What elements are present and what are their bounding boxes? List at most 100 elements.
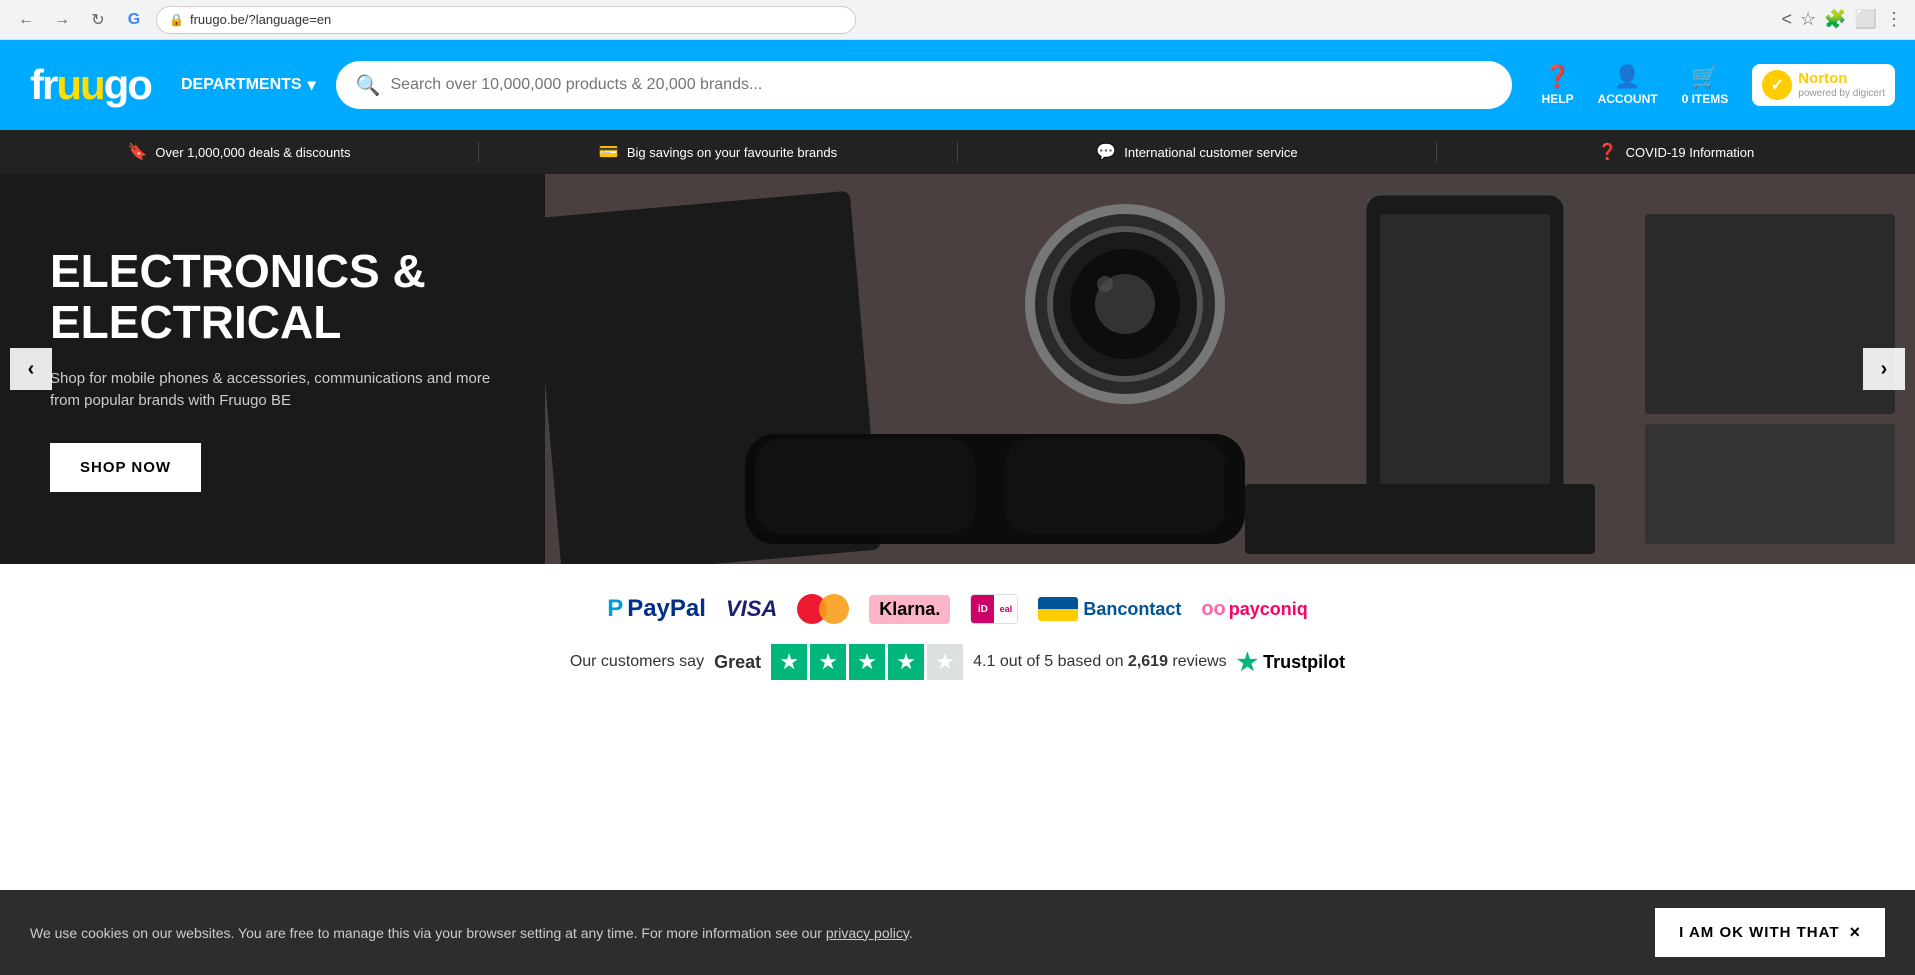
review-suffix: reviews xyxy=(1172,653,1226,670)
cookie-close-icon: × xyxy=(1849,922,1861,943)
cookie-message: We use cookies on our websites. You are … xyxy=(30,925,822,941)
rating-text: 4.1 out of 5 based on 2,619 reviews xyxy=(973,653,1227,671)
extensions-icon[interactable]: 🧩 xyxy=(1824,9,1846,30)
cookie-banner: We use cookies on our websites. You are … xyxy=(0,890,1915,975)
cart-button[interactable]: 🛒 0 ITEMS xyxy=(1682,64,1729,106)
ideal-logo: iD eal xyxy=(970,594,1018,624)
info-savings-text: Big savings on your favourite brands xyxy=(627,145,837,160)
payment-section: P PayPal VISA Klarna. iD eal xyxy=(0,564,1915,710)
bancontact-badge xyxy=(1038,597,1078,621)
cart-label: 0 ITEMS xyxy=(1682,92,1729,106)
hero-description: Shop for mobile phones & accessories, co… xyxy=(50,368,495,413)
account-label: ACCOUNT xyxy=(1598,92,1658,106)
shop-now-button[interactable]: SHOP NOW xyxy=(50,443,201,492)
info-deals-text: Over 1,000,000 deals & discounts xyxy=(155,145,350,160)
star-5: ★ xyxy=(927,644,963,680)
bancontact-text: Bancontact xyxy=(1083,599,1181,620)
browser-chrome: ← → ↻ G 🔒 fruugo.be/?language=en < ☆ 🧩 ⬜… xyxy=(0,0,1915,40)
hero-background xyxy=(545,174,1915,564)
trustpilot-brand: Trustpilot xyxy=(1263,652,1345,673)
star-rating: ★ ★ ★ ★ ★ xyxy=(771,644,963,680)
privacy-policy-link[interactable]: privacy policy xyxy=(826,925,909,941)
visa-text: VISA xyxy=(726,596,777,622)
payment-logos: P PayPal VISA Klarna. iD eal xyxy=(607,594,1308,624)
info-savings: 💳 Big savings on your favourite brands xyxy=(479,142,958,162)
covid-icon: ❓ xyxy=(1598,142,1618,162)
ideal-badge: iD eal xyxy=(970,594,1018,624)
trustpilot-star-icon: ★ xyxy=(1237,648,1259,677)
star-3: ★ xyxy=(849,644,885,680)
norton-sub: powered by digicert xyxy=(1798,88,1885,100)
norton-check-icon: ✓ xyxy=(1762,70,1792,100)
hero-title: ELECTRONICS & ELECTRICAL xyxy=(50,246,495,347)
info-bar: 🔖 Over 1,000,000 deals & discounts 💳 Big… xyxy=(0,130,1915,174)
paypal-logo: P PayPal xyxy=(607,595,706,623)
departments-button[interactable]: DEPARTMENTS ▾ xyxy=(181,75,316,95)
info-service: 💬 International customer service xyxy=(958,142,1437,162)
trustpilot-section: Our customers say Great ★ ★ ★ ★ ★ 4.1 ou… xyxy=(570,644,1345,680)
hero-next-button[interactable]: › xyxy=(1863,348,1905,390)
payconiq-oo: oo xyxy=(1201,598,1225,621)
logo-text: fruugo xyxy=(30,61,151,109)
help-icon: ❓ xyxy=(1544,64,1571,90)
lock-icon: 🔒 xyxy=(169,13,184,27)
info-covid-text: COVID-19 Information xyxy=(1626,145,1755,160)
share-icon[interactable]: < xyxy=(1782,9,1793,30)
search-input[interactable] xyxy=(391,76,1492,94)
info-covid: ❓ COVID-19 Information xyxy=(1437,142,1915,162)
menu-icon[interactable]: ⋮ xyxy=(1885,9,1903,30)
back-button[interactable]: ← xyxy=(12,6,40,34)
account-icon: 👤 xyxy=(1614,64,1641,90)
ideal-right: eal xyxy=(994,595,1017,623)
forward-button[interactable]: → xyxy=(48,6,76,34)
info-service-text: International customer service xyxy=(1124,145,1297,160)
help-label: HELP xyxy=(1542,92,1574,106)
credit-card-icon: 💳 xyxy=(599,142,619,162)
trustpilot-logo: ★ Trustpilot xyxy=(1237,648,1346,677)
help-button[interactable]: ❓ HELP xyxy=(1542,64,1574,106)
customers-say-text: Our customers say xyxy=(570,653,704,671)
review-count: 2,619 xyxy=(1128,653,1168,670)
cookie-ok-label: I AM OK WITH THAT xyxy=(1679,924,1839,941)
profile-icon[interactable]: ⬜ xyxy=(1855,9,1877,30)
account-button[interactable]: 👤 ACCOUNT xyxy=(1598,64,1658,106)
great-text: Great xyxy=(714,652,761,673)
bookmark-icon[interactable]: ☆ xyxy=(1800,9,1816,30)
address-bar[interactable]: 🔒 fruugo.be/?language=en xyxy=(156,6,856,34)
norton-text: Norton powered by digicert xyxy=(1798,70,1885,100)
bancontact-logo: Bancontact xyxy=(1038,597,1181,621)
url-text: fruugo.be/?language=en xyxy=(190,12,331,27)
bancontact-blue xyxy=(1038,597,1078,609)
hero-prev-button[interactable]: ‹ xyxy=(10,348,52,390)
google-button[interactable]: G xyxy=(120,6,148,34)
mastercard-yellow-circle xyxy=(819,594,849,624)
info-deals: 🔖 Over 1,000,000 deals & discounts xyxy=(0,142,479,162)
search-icon: 🔍 xyxy=(356,73,381,98)
norton-name: Norton xyxy=(1798,70,1885,88)
refresh-button[interactable]: ↻ xyxy=(84,6,112,34)
cookie-ok-button[interactable]: I AM OK WITH THAT × xyxy=(1655,908,1885,957)
chevron-down-icon: ▾ xyxy=(308,75,316,95)
logo[interactable]: fruugo xyxy=(20,55,161,115)
header-actions: ❓ HELP 👤 ACCOUNT 🛒 0 ITEMS ✓ Norton powe… xyxy=(1542,64,1895,106)
browser-actions: < ☆ 🧩 ⬜ ⋮ xyxy=(1782,9,1904,30)
cart-icon: 🛒 xyxy=(1691,64,1718,90)
payconiq-text: payconiq xyxy=(1229,599,1308,620)
norton-badge: ✓ Norton powered by digicert xyxy=(1752,64,1895,106)
klarna-logo: Klarna. xyxy=(869,595,950,624)
hero-svg xyxy=(545,174,1915,564)
rating-out-of: out of 5 based on xyxy=(1000,653,1128,670)
bancontact-yellow xyxy=(1038,609,1078,621)
star-1: ★ xyxy=(771,644,807,680)
rating-number: 4.1 xyxy=(973,653,995,670)
payconiq-logo: oo payconiq xyxy=(1201,598,1307,621)
mastercard-logo xyxy=(797,594,849,624)
ideal-left: iD xyxy=(971,595,994,623)
search-bar[interactable]: 🔍 xyxy=(336,61,1512,109)
visa-logo: VISA xyxy=(726,596,777,622)
site-header: fruugo DEPARTMENTS ▾ 🔍 ❓ HELP 👤 ACCOUNT … xyxy=(0,40,1915,130)
hero-banner: ‹ ELECTRONICS & ELECTRICAL Shop for mobi… xyxy=(0,174,1915,564)
cookie-text: We use cookies on our websites. You are … xyxy=(30,925,1635,941)
star-2: ★ xyxy=(810,644,846,680)
paypal-text: PayPal xyxy=(627,595,706,623)
